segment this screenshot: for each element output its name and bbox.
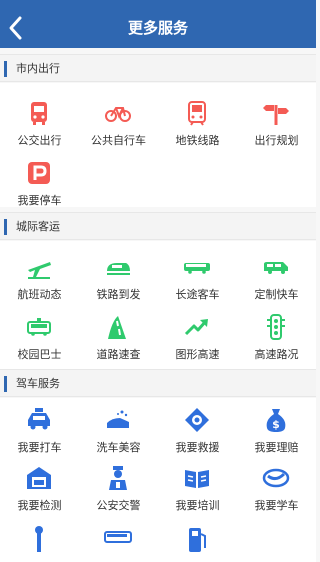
svg-text:$: $ bbox=[272, 418, 280, 431]
service-label: 我要学车 bbox=[254, 499, 299, 512]
subway-icon bbox=[183, 99, 211, 127]
trend-icon bbox=[183, 313, 211, 341]
route-sign-icon bbox=[262, 99, 290, 127]
section-accent-bar bbox=[4, 376, 7, 392]
bus-blue-icon bbox=[104, 524, 132, 552]
money-bag-icon: $ bbox=[262, 406, 290, 434]
grid-driving: 我要打车 洗车美容 我要救援 $ 我要理赔 我要检测 公安交警 我要培训 我要学… bbox=[0, 398, 316, 562]
section-accent-bar bbox=[4, 219, 7, 235]
taxi-icon bbox=[25, 406, 53, 434]
app-bar: 更多服务 bbox=[0, 8, 316, 48]
section-title: 城际客运 bbox=[16, 220, 60, 233]
road-icon bbox=[104, 313, 132, 341]
book-icon bbox=[183, 464, 211, 492]
service-label: 我要检测 bbox=[17, 499, 62, 512]
service-label: 铁路到发 bbox=[96, 288, 141, 301]
airplane-icon bbox=[25, 253, 53, 281]
service-label: 校园巴士 bbox=[17, 348, 62, 361]
garage-icon bbox=[25, 464, 53, 492]
status-bar bbox=[0, 0, 316, 8]
service-label: 公共自行车 bbox=[91, 134, 146, 147]
section-header-intercity: 城际客运 bbox=[0, 212, 316, 240]
parking-icon bbox=[25, 159, 53, 187]
section-header-driving: 驾车服务 bbox=[0, 369, 316, 397]
service-label: 长途客车 bbox=[175, 288, 220, 301]
bicycle-icon bbox=[104, 99, 132, 127]
service-label: 我要培训 bbox=[175, 499, 220, 512]
service-label: 地铁线路 bbox=[175, 134, 220, 147]
service-label: 道路速查 bbox=[96, 348, 141, 361]
fuel-icon bbox=[183, 524, 211, 552]
campus-bus-icon bbox=[25, 313, 53, 341]
section-title: 市内出行 bbox=[16, 62, 60, 75]
service-label: 航班动态 bbox=[17, 288, 62, 301]
service-label: 我要理赔 bbox=[254, 441, 299, 454]
grid-intercity: 航班动态 铁路到发 长途客车 定制快车 校园巴士 道路速查 图形高速 高速路况 bbox=[0, 241, 316, 369]
service-label: 我要救援 bbox=[175, 441, 220, 454]
service-label: 出行规划 bbox=[254, 134, 299, 147]
van-icon bbox=[262, 253, 290, 281]
wrench-icon bbox=[25, 524, 53, 552]
service-label: 我要打车 bbox=[17, 441, 62, 454]
service-label: 我要停车 bbox=[17, 194, 62, 207]
police-icon bbox=[104, 464, 132, 492]
service-label: 定制快车 bbox=[254, 288, 299, 301]
service-label: 洗车美容 bbox=[96, 441, 141, 454]
car-wash-icon bbox=[104, 406, 132, 434]
steering-icon bbox=[262, 464, 290, 492]
bus-icon bbox=[25, 99, 53, 127]
section-accent-bar bbox=[4, 61, 7, 77]
service-label: 公安交警 bbox=[96, 499, 141, 512]
grid-city-travel: 公交出行 公共自行车 地铁线路 出行规划 我要停车 bbox=[0, 83, 316, 207]
section-header-city-travel: 市内出行 bbox=[0, 54, 316, 82]
rescue-icon bbox=[183, 406, 211, 434]
coach-icon bbox=[183, 253, 211, 281]
service-label: 高速路况 bbox=[254, 348, 299, 361]
service-label: 公交出行 bbox=[17, 134, 62, 147]
train-icon bbox=[104, 253, 132, 281]
service-label: 图形高速 bbox=[175, 348, 220, 361]
page-title: 更多服务 bbox=[127, 19, 188, 37]
traffic-light-icon bbox=[262, 313, 290, 341]
section-title: 驾车服务 bbox=[16, 377, 60, 390]
